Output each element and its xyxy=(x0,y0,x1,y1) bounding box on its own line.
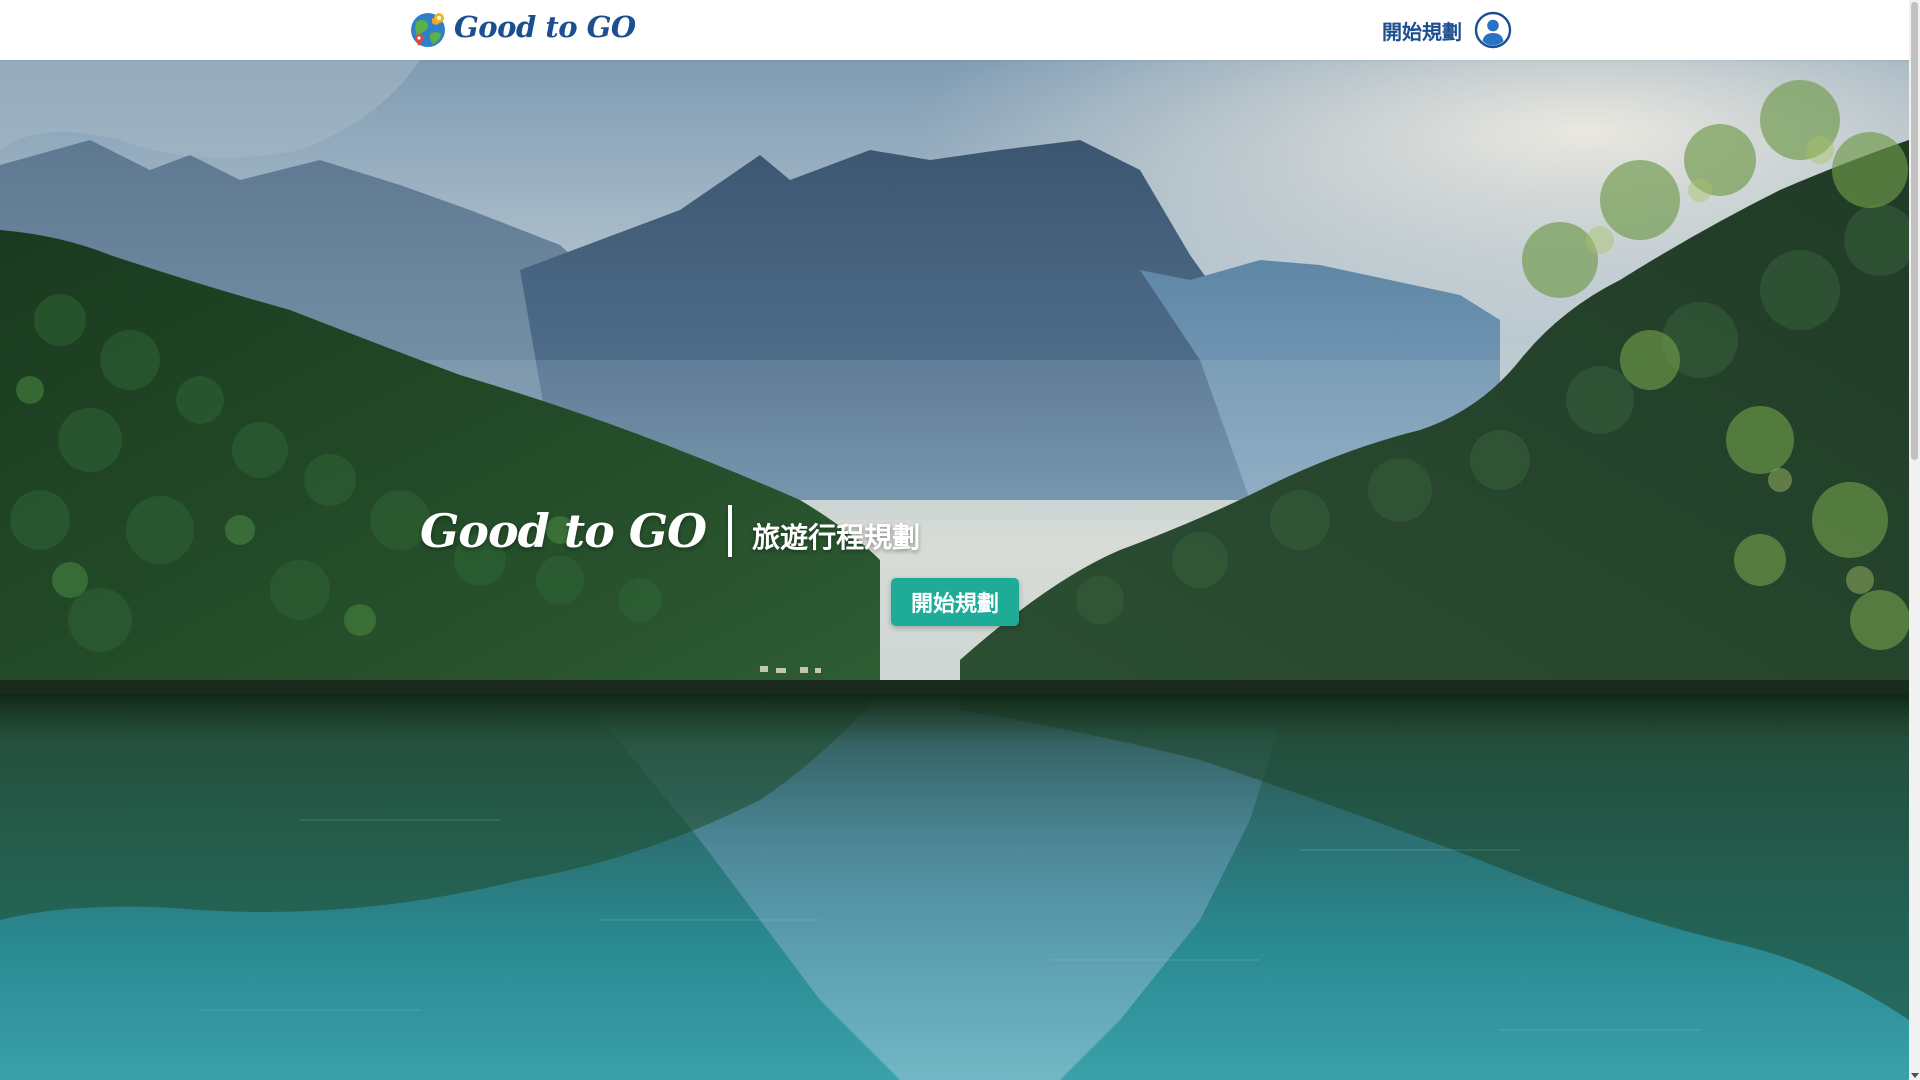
brand-name: Good to GO xyxy=(454,9,636,44)
top-navbar: Good to GO 開始規劃 xyxy=(0,0,1909,60)
scroll-down-arrow-icon[interactable] xyxy=(1911,1073,1919,1078)
start-planning-button[interactable]: 開始規劃 xyxy=(891,578,1019,626)
user-circle-icon[interactable] xyxy=(1474,11,1512,49)
hero-title-group: Good to GO 旅遊行程規劃 xyxy=(420,505,920,557)
hero-section: Good to GO 旅遊行程規劃 開始規劃 xyxy=(0,60,1909,1080)
hero-title-divider xyxy=(728,505,733,557)
page: Good to GO 開始規劃 Good to GO 旅遊行程規劃 開始規劃 xyxy=(0,0,1920,1080)
hero-title: Good to GO xyxy=(420,504,707,558)
hero-subtitle: 旅遊行程規劃 xyxy=(752,521,921,554)
scrollbar-thumb[interactable] xyxy=(1911,2,1918,460)
hero-background-image xyxy=(0,60,1909,1080)
start-planning-nav-link[interactable]: 開始規劃 xyxy=(1382,16,1462,45)
brand-home-link[interactable]: Good to GO xyxy=(408,8,636,52)
page-scrollbar[interactable] xyxy=(1909,0,1920,1080)
nav-right-group: 開始規劃 xyxy=(1382,10,1512,50)
globe-pin-icon xyxy=(411,13,445,47)
